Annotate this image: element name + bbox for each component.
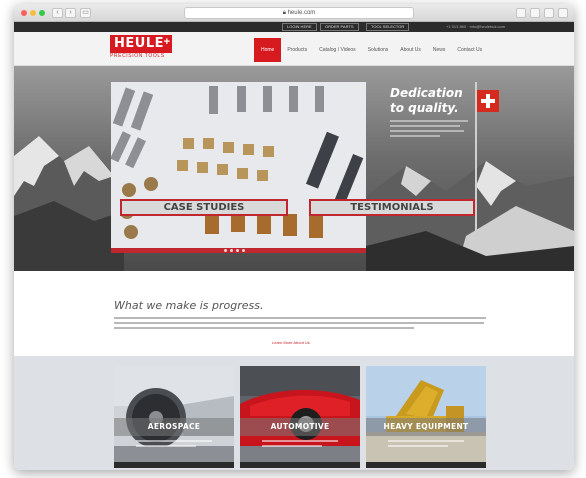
slide-dot-2[interactable]: [230, 249, 233, 252]
share-icon[interactable]: [530, 8, 540, 18]
nav-item-solutions[interactable]: Solutions: [362, 38, 395, 62]
utility-bar: LOGIN HERE ORDER PARTS TOOL SELECTOR +1 …: [14, 22, 574, 32]
browser-window: ‹ › ▭ 🔒︎ heule.com LOGIN HERE ORDER PART…: [14, 4, 574, 470]
intro-paragraph: [114, 317, 486, 332]
industry-label: HEAVY EQUIPMENT: [366, 418, 486, 436]
forward-button[interactable]: ›: [65, 8, 76, 18]
tools-photo: [111, 82, 366, 248]
sidebar-toggle-button[interactable]: ▭: [80, 8, 91, 18]
hero-banner: Dedication to quality.: [14, 66, 574, 271]
slide-dot-3[interactable]: [236, 249, 239, 252]
nav-item-contact[interactable]: Contact Us: [451, 38, 488, 62]
site-header: HEULE + PRECISION TOOLS Home Products Ca…: [14, 32, 574, 66]
order-parts-button[interactable]: ORDER PARTS: [320, 23, 359, 31]
tool-selector-button[interactable]: TOOL SELECTOR: [366, 23, 410, 31]
logo-text: HEULE: [114, 36, 164, 51]
zoom-window-button[interactable]: [39, 10, 45, 16]
logo-tagline: PRECISION TOOLS: [110, 53, 165, 59]
plus-icon: +: [163, 36, 170, 48]
case-studies-button[interactable]: CASE STUDIES: [120, 199, 288, 216]
nav-item-about[interactable]: About Us: [394, 38, 427, 62]
new-tab-icon[interactable]: [558, 8, 568, 18]
swiss-flag-icon: [477, 90, 499, 112]
login-button[interactable]: LOGIN HERE: [282, 23, 317, 31]
industries-section: AEROSPACE AUTOMOTIVE HEAVY EQUIPMENT: [14, 356, 574, 470]
download-icon[interactable]: [516, 8, 526, 18]
nav-item-products[interactable]: Products: [281, 38, 313, 62]
address-text: heule.com: [287, 10, 316, 16]
testimonials-button[interactable]: TESTIMONIALS: [309, 199, 475, 216]
slide-dot-4[interactable]: [242, 249, 245, 252]
industry-card-heavy-equipment[interactable]: HEAVY EQUIPMENT: [366, 366, 486, 468]
intro-section: What we make is progress. Learn More Abo…: [14, 271, 574, 356]
nav-item-news[interactable]: News: [427, 38, 452, 62]
browser-toolbar: ‹ › ▭ 🔒︎ heule.com: [14, 4, 574, 22]
jet-engine-icon: [114, 366, 234, 468]
slide-dot-1[interactable]: [224, 249, 227, 252]
slider-bar: [111, 248, 366, 253]
main-nav: Home Products Catalog / Videos Solutions…: [254, 38, 488, 62]
mountain-left-image: [14, 136, 124, 271]
heule-logo[interactable]: HEULE +: [110, 35, 172, 53]
industry-label: AUTOMOTIVE: [240, 418, 360, 436]
dump-truck-icon: [366, 366, 486, 468]
nav-item-home[interactable]: Home: [254, 38, 282, 62]
hero-body-text: [390, 120, 470, 140]
learn-more-link[interactable]: Learn More About Us: [272, 340, 310, 346]
intro-title: What we make is progress.: [114, 299, 264, 312]
industry-card-aerospace[interactable]: AEROSPACE: [114, 366, 234, 468]
industry-label: AEROSPACE: [114, 418, 234, 436]
tabs-icon[interactable]: [544, 8, 554, 18]
lock-icon: 🔒︎: [282, 10, 286, 16]
nav-item-catalog[interactable]: Catalog / Videos: [313, 38, 362, 62]
industry-card-automotive[interactable]: AUTOMOTIVE: [240, 366, 360, 468]
back-button[interactable]: ‹: [52, 8, 63, 18]
close-window-button[interactable]: [21, 10, 27, 16]
minimize-window-button[interactable]: [30, 10, 36, 16]
contact-info: +1 513 860 · info@heuletool.com: [446, 24, 506, 29]
address-bar[interactable]: 🔒︎ heule.com: [184, 7, 414, 19]
sports-car-icon: [240, 366, 360, 468]
